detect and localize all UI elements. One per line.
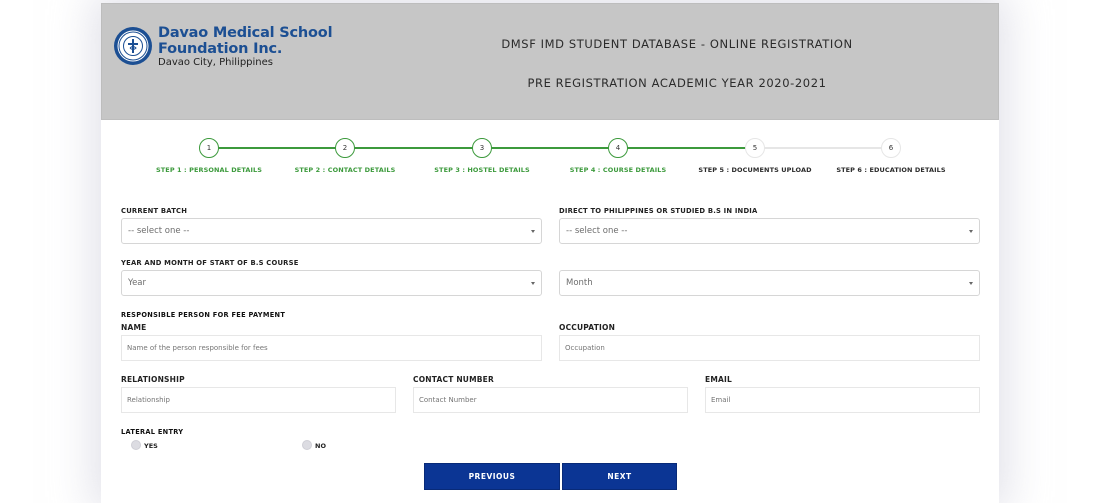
current-batch-label: CURRENT BATCH [121, 207, 188, 215]
current-batch-value: -- select one -- [128, 226, 190, 236]
email-label: EMAIL [705, 375, 732, 384]
bs-start-label: YEAR AND MONTH OF START OF B.S COURSE [121, 259, 299, 267]
step-connector-todo [755, 147, 891, 149]
previous-button[interactable]: PREVIOUS [424, 463, 560, 490]
relationship-label: RELATIONSHIP [121, 375, 185, 384]
lateral-entry-no-label: NO [315, 442, 326, 450]
page-subtitle: PRE REGISTRATION ACADEMIC YEAR 2020-2021 [527, 76, 827, 90]
next-button[interactable]: NEXT [562, 463, 677, 490]
fee-section-heading: RESPONSIBLE PERSON FOR FEE PAYMENT [121, 311, 286, 319]
brand-name-line2: Foundation Inc. [158, 41, 283, 57]
direct-or-bs-label: DIRECT TO PHILIPPINES OR STUDIED B.S IN … [559, 207, 758, 215]
occupation-label: OCCUPATION [559, 323, 616, 332]
seal-logo-icon [114, 27, 152, 65]
name-label: NAME [121, 323, 147, 332]
lateral-entry-yes-label: YES [144, 442, 158, 450]
chevron-down-icon [969, 230, 973, 233]
page: Davao Medical School Foundation Inc. Dav… [0, 0, 1100, 503]
step-3-indicator[interactable]: 3 [472, 138, 492, 158]
brand-location: Davao City, Philippines [158, 57, 274, 68]
step-4-label: STEP 4 : COURSE DETAILS [569, 166, 667, 174]
chevron-down-icon [531, 282, 535, 285]
occupation-input[interactable] [559, 335, 980, 361]
header: Davao Medical School Foundation Inc. Dav… [101, 3, 999, 120]
step-5-indicator[interactable]: 5 [745, 138, 765, 158]
bs-start-month-select[interactable]: Month [559, 270, 980, 296]
page-title: DMSF IMD STUDENT DATABASE - ONLINE REGIS… [501, 37, 853, 51]
email-input[interactable] [705, 387, 980, 413]
registration-card: Davao Medical School Foundation Inc. Dav… [101, 3, 999, 503]
step-4-indicator[interactable]: 4 [608, 138, 628, 158]
lateral-entry-yes-radio[interactable] [131, 440, 141, 450]
bs-start-year-value: Year [128, 278, 146, 288]
brand: Davao Medical School Foundation Inc. Dav… [158, 25, 333, 69]
chevron-down-icon [531, 230, 535, 233]
lateral-entry-label: LATERAL ENTRY [121, 428, 184, 436]
step-6-indicator[interactable]: 6 [881, 138, 901, 158]
relationship-input[interactable] [121, 387, 396, 413]
name-input[interactable] [121, 335, 542, 361]
current-batch-select[interactable]: -- select one -- [121, 218, 542, 244]
direct-or-bs-value: -- select one -- [566, 226, 628, 236]
bs-start-year-select[interactable]: Year [121, 270, 542, 296]
step-2-indicator[interactable]: 2 [335, 138, 355, 158]
step-2-label: STEP 2 : CONTACT DETAILS [294, 166, 396, 174]
bs-start-month-value: Month [566, 278, 593, 288]
direct-or-bs-select[interactable]: -- select one -- [559, 218, 980, 244]
contact-number-label: CONTACT NUMBER [413, 375, 494, 384]
chevron-down-icon [969, 282, 973, 285]
lateral-entry-no-radio[interactable] [302, 440, 312, 450]
contact-number-input[interactable] [413, 387, 688, 413]
brand-name-line1: Davao Medical School [158, 25, 333, 41]
progress-stepper: 1 2 3 4 5 6 STEP 1 : PERSONAL DETAILS ST… [101, 137, 999, 177]
step-1-indicator[interactable]: 1 [199, 138, 219, 158]
step-6-label: STEP 6 : EDUCATION DETAILS [836, 166, 946, 174]
